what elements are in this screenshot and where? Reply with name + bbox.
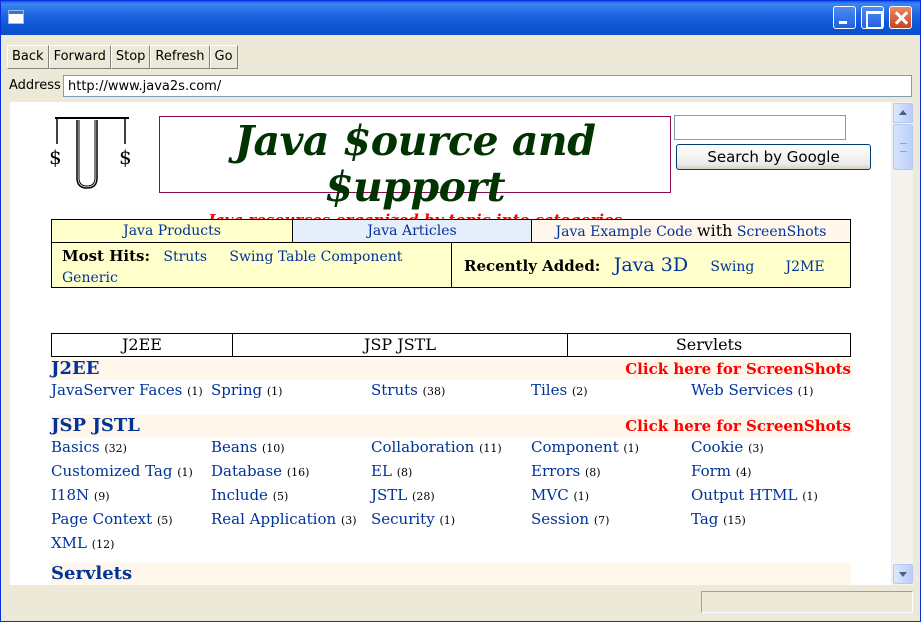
- section-title[interactable]: J2EE: [51, 358, 99, 380]
- title-bar[interactable]: [1, 1, 920, 35]
- status-bar: [1, 588, 920, 622]
- nav-with-text: with: [696, 221, 733, 240]
- list-item[interactable]: Spring (1): [211, 379, 371, 403]
- logo-dollar-right: $: [119, 145, 132, 169]
- address-label: Address: [9, 78, 61, 93]
- recently-added: Recently Added: Java 3D Swing J2ME: [452, 243, 850, 287]
- vertical-scrollbar[interactable]: [891, 102, 913, 585]
- most-hits-label: Most Hits:: [62, 247, 150, 265]
- nav-java-products[interactable]: Java Products: [52, 220, 293, 242]
- screenshots-link[interactable]: Click here for ScreenShots: [625, 415, 851, 437]
- search-by-google-button[interactable]: Search by Google: [676, 144, 871, 170]
- list-item[interactable]: Tiles (2): [531, 379, 691, 403]
- list-item[interactable]: Collaboration (11): [371, 436, 531, 460]
- list-item[interactable]: Include (5): [211, 484, 371, 508]
- recently-added-label: Recently Added:: [464, 257, 601, 275]
- list-item[interactable]: Session (7): [531, 508, 691, 532]
- list-item[interactable]: JSTL (28): [371, 484, 531, 508]
- site-navigation: Java Products Java Articles Java Example…: [51, 219, 851, 288]
- screenshots-link[interactable]: Click here for ScreenShots: [625, 358, 851, 380]
- most-hits-swing-table[interactable]: Swing Table Component: [229, 249, 402, 265]
- section-header: J2EE Click here for ScreenShots: [51, 358, 851, 380]
- list-item[interactable]: XML (12): [51, 532, 211, 556]
- most-hits-generic[interactable]: Generic: [62, 270, 118, 286]
- nav-example-code-link[interactable]: Java Example Code: [556, 224, 693, 240]
- list-item[interactable]: EL (8): [371, 460, 531, 484]
- go-button[interactable]: Go: [209, 45, 238, 69]
- navigation-toolbar: Back Forward Stop Refresh Go: [7, 45, 238, 69]
- java2s-logo-icon[interactable]: $ $: [47, 114, 135, 192]
- recent-swing[interactable]: Swing: [710, 259, 754, 275]
- site-banner: Java $ource and $upport Java resources o…: [159, 116, 671, 229]
- address-bar: Address: [1, 74, 920, 98]
- site-title: Java $ource and $upport: [234, 117, 596, 211]
- list-item[interactable]: MVC (1): [531, 484, 691, 508]
- close-icon[interactable]: [889, 6, 912, 29]
- forward-button[interactable]: Forward: [48, 45, 111, 69]
- category-tabs: J2EE JSP JSTL Servlets: [51, 333, 851, 357]
- nav-screenshots-link[interactable]: ScreenShots: [737, 224, 827, 240]
- maximize-icon[interactable]: [861, 6, 884, 29]
- section-items: Basics (32) Beans (10) Collaboration (11…: [51, 436, 871, 556]
- list-item[interactable]: Cookie (3): [691, 436, 851, 460]
- list-item[interactable]: Tag (15): [691, 508, 851, 532]
- search-input[interactable]: [674, 115, 846, 140]
- scroll-thumb[interactable]: [893, 124, 913, 170]
- category-servlets[interactable]: Servlets: [568, 334, 850, 356]
- most-hits-struts[interactable]: Struts: [163, 249, 207, 265]
- address-input[interactable]: [63, 75, 912, 97]
- section-header: Servlets: [51, 563, 851, 585]
- list-item[interactable]: Struts (38): [371, 379, 531, 403]
- list-item[interactable]: I18N (9): [51, 484, 211, 508]
- section-title[interactable]: Servlets: [51, 563, 132, 585]
- window-icon: [8, 10, 24, 24]
- list-item[interactable]: Customized Tag (1): [51, 460, 211, 484]
- scroll-down-icon[interactable]: [893, 564, 913, 584]
- scroll-up-icon[interactable]: [893, 103, 913, 123]
- recent-j2me[interactable]: J2ME: [786, 259, 825, 275]
- category-jsp-jstl[interactable]: JSP JSTL: [233, 334, 568, 356]
- back-button[interactable]: Back: [7, 45, 49, 69]
- browser-window: Back Forward Stop Refresh Go Address $ $…: [0, 0, 921, 622]
- refresh-button[interactable]: Refresh: [150, 45, 210, 69]
- page-content[interactable]: $ $ Java $ource and $upport Java resourc…: [10, 102, 891, 585]
- list-item[interactable]: Errors (8): [531, 460, 691, 484]
- logo-dollar-left: $: [49, 145, 62, 169]
- list-item[interactable]: Web Services (1): [691, 379, 851, 403]
- list-item[interactable]: Form (4): [691, 460, 851, 484]
- list-item[interactable]: Output HTML (1): [691, 484, 851, 508]
- list-item[interactable]: Page Context (5): [51, 508, 211, 532]
- minimize-icon[interactable]: [833, 6, 856, 29]
- list-item[interactable]: JavaServer Faces (1): [51, 379, 211, 403]
- section-items: JavaServer Faces (1) Spring (1) Struts (…: [51, 379, 871, 403]
- stop-button[interactable]: Stop: [110, 45, 151, 69]
- list-item[interactable]: Beans (10): [211, 436, 371, 460]
- section-header: JSP JSTL Click here for ScreenShots: [51, 415, 851, 437]
- nav-java-articles[interactable]: Java Articles: [293, 220, 532, 242]
- status-panel: [701, 591, 913, 613]
- nav-java-example-code: Java Example Code with ScreenShots: [532, 220, 850, 242]
- list-item[interactable]: Security (1): [371, 508, 531, 532]
- category-j2ee[interactable]: J2EE: [52, 334, 233, 356]
- list-item[interactable]: Database (16): [211, 460, 371, 484]
- list-item[interactable]: Basics (32): [51, 436, 211, 460]
- most-hits: Most Hits: Struts Swing Table Component …: [52, 243, 452, 287]
- list-item[interactable]: Real Application (3): [211, 508, 371, 532]
- list-item[interactable]: Component (1): [531, 436, 691, 460]
- section-title[interactable]: JSP JSTL: [51, 415, 140, 437]
- recent-java-3d[interactable]: Java 3D: [614, 254, 688, 276]
